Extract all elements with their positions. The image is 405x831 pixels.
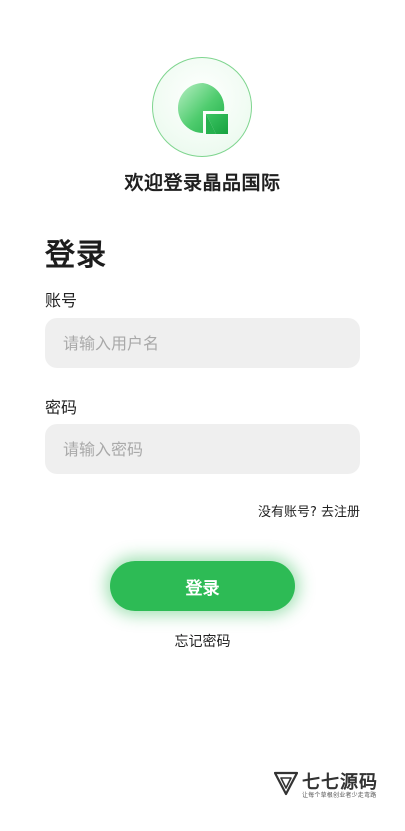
login-button[interactable]: 登录 <box>110 561 295 611</box>
watermark: 七七源码 让每个草根创业者少走弯路 <box>274 768 384 804</box>
no-account-text: 没有账号? <box>257 505 317 520</box>
login-heading: 登录 <box>45 238 107 273</box>
welcome-title: 欢迎登录晶品国际 <box>124 172 281 194</box>
forgot-password-link[interactable]: 忘记密码 <box>175 634 231 650</box>
watermark-logo-icon <box>274 771 298 796</box>
brand-logo <box>152 57 252 157</box>
brand-logo-icon <box>177 83 228 134</box>
register-link[interactable]: 去注册 <box>321 505 360 520</box>
password-input[interactable] <box>45 424 360 474</box>
account-label: 账号 <box>45 291 78 310</box>
watermark-subtitle: 让每个草根创业者少走弯路 <box>302 792 377 799</box>
forgot-password-row: 忘记密码 <box>0 631 405 651</box>
account-input[interactable] <box>45 318 360 368</box>
register-prompt: 没有账号? 去注册 <box>258 501 360 520</box>
password-label: 密码 <box>45 398 78 417</box>
